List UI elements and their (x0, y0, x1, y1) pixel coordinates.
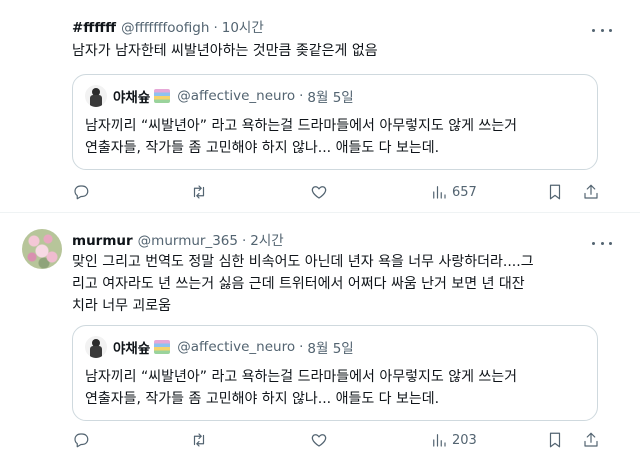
tweet-text-line: 리고 여자라도 년 쓰는거 싫음 근데 트위터에서 어쩌다 싸움 난거 보면 년… (72, 276, 525, 292)
action-bar: 203 (72, 430, 602, 450)
reply-icon (74, 185, 89, 200)
bookmark-button[interactable] (546, 182, 564, 202)
quote-text-line: 연출자들, 작가들 좀 고민해야 하지 않나... 애들도 다 보는데. (85, 391, 440, 407)
separator-dot: · (299, 339, 304, 355)
views-count: 657 (452, 184, 477, 200)
reply-button[interactable] (72, 430, 90, 450)
quote-header: 야채슢 @affective_neuro · 8월 5일 (85, 336, 354, 358)
bookmark-icon (549, 432, 561, 448)
heart-icon (311, 434, 327, 447)
quote-header: 야채슢 @affective_neuro · 8월 5일 (85, 85, 354, 107)
user-name[interactable]: murmur (72, 233, 133, 249)
tweet-header: murmur @murmur_365 · 2시간 (72, 229, 284, 249)
tweet-text-line: 남자가 남자한테 씨발년아하는 것만큼 좆같은게 없음 (72, 43, 378, 59)
badge-icon (154, 89, 171, 103)
views-button[interactable]: 657 (430, 182, 477, 202)
quote-text: 남자끼리 “씨발년아” 라고 욕하는걸 드라마들에서 아무렇지도 않게 쓰는거 … (85, 115, 585, 159)
quote-timestamp: 8월 5일 (307, 341, 354, 357)
quote-user-handle: @affective_neuro (177, 339, 296, 355)
more-icon[interactable] (592, 22, 612, 38)
quote-text: 남자끼리 “씨발년아” 라고 욕하는걸 드라마들에서 아무렇지도 않게 쓰는거 … (85, 366, 585, 410)
user-handle[interactable]: @fffffffoofigh (121, 20, 209, 36)
reply-icon (74, 433, 89, 448)
tweet-text: 맞인 그리고 번역도 정말 심한 비속어도 아닌데 년자 욕을 너무 사랑하더라… (72, 251, 602, 317)
heart-icon (311, 186, 327, 199)
retweet-icon (193, 433, 205, 447)
bookmark-icon (549, 184, 561, 200)
bookmark-button[interactable] (546, 430, 564, 450)
views-button[interactable]: 203 (430, 430, 477, 450)
quote-text-line: 연출자들, 작가들 좀 고민해야 하지 않나... 애들도 다 보는데. (85, 140, 440, 156)
quote-user-name: 야채슢 (113, 90, 151, 106)
views-icon (433, 434, 446, 447)
quote-timestamp: 8월 5일 (307, 90, 354, 106)
separator-dot: · (213, 20, 218, 36)
tweet-text: 남자가 남자한테 씨발년아하는 것만큼 좆같은게 없음 (72, 40, 378, 62)
avatar[interactable] (85, 336, 107, 358)
tweet-text-line: 치라 너무 괴로움 (72, 298, 172, 314)
retweet-button[interactable] (190, 182, 208, 202)
avatar[interactable] (22, 229, 62, 269)
quote-text-line: 남자끼리 “씨발년아” 라고 욕하는걸 드라마들에서 아무렇지도 않게 쓰는거 (85, 118, 518, 134)
share-button[interactable] (582, 182, 600, 202)
retweet-button[interactable] (190, 430, 208, 450)
tweet-header: #ffffff @fffffffoofigh · 10시간 (72, 16, 264, 36)
timestamp[interactable]: 2시간 (250, 229, 283, 249)
like-button[interactable] (310, 182, 328, 202)
timestamp[interactable]: 10시간 (222, 16, 264, 36)
quote-text-line: 남자끼리 “씨발년아” 라고 욕하는걸 드라마들에서 아무렇지도 않게 쓰는거 (85, 369, 518, 385)
separator-dot: · (299, 88, 304, 104)
share-button[interactable] (582, 430, 600, 450)
share-icon (584, 184, 598, 199)
user-name[interactable]: #ffffff (72, 20, 116, 36)
action-bar: 657 (72, 182, 602, 202)
views-icon (433, 186, 446, 199)
quote-user-name: 야채슢 (113, 341, 151, 357)
like-button[interactable] (310, 430, 328, 450)
separator-dot: · (241, 233, 247, 249)
user-handle[interactable]: @murmur_365 (138, 233, 238, 249)
quote-user-handle: @affective_neuro (177, 88, 296, 104)
quoted-tweet[interactable]: 야채슢 @affective_neuro · 8월 5일 남자끼리 “씨발년아”… (72, 74, 598, 170)
more-icon[interactable] (592, 235, 612, 251)
retweet-icon (193, 185, 205, 199)
tweet[interactable]: murmur @murmur_365 · 2시간 맞인 그리고 번역도 정말 심… (0, 213, 640, 466)
share-icon (584, 432, 598, 447)
badge-icon (154, 340, 171, 354)
reply-button[interactable] (72, 182, 90, 202)
quoted-tweet[interactable]: 야채슢 @affective_neuro · 8월 5일 남자끼리 “씨발년아”… (72, 325, 598, 421)
tweet-text-line: 맞인 그리고 번역도 정말 심한 비속어도 아닌데 년자 욕을 너무 사랑하더라… (72, 254, 534, 270)
avatar[interactable] (85, 85, 107, 107)
tweet[interactable]: #ffffff @fffffffoofigh · 10시간 남자가 남자한테 씨… (0, 0, 640, 212)
views-count: 203 (452, 432, 477, 448)
